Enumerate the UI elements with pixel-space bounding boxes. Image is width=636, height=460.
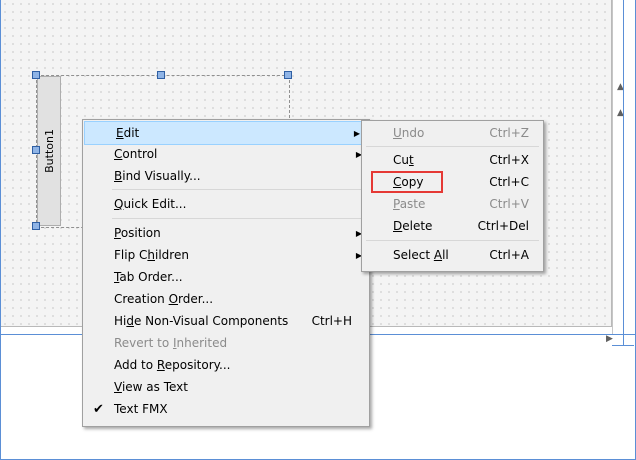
menu-separator — [112, 189, 363, 190]
shortcut-label: Ctrl+Z — [489, 126, 529, 140]
copy-highlight-box — [371, 171, 443, 193]
menu-item-creation-order[interactable]: Creation Order... — [83, 288, 369, 310]
menu-separator — [112, 218, 363, 219]
submenu-arrow-icon: ▶ — [353, 128, 360, 138]
shortcut-label: Ctrl+V — [489, 197, 529, 211]
vertical-guide-line — [623, 0, 624, 346]
submenu-item-undo: Undo Ctrl+Z — [393, 126, 529, 140]
menu-separator — [366, 146, 539, 147]
menu-item-control[interactable]: Control ▶ — [83, 143, 369, 165]
resize-handle-top-left[interactable] — [32, 71, 40, 79]
menu-separator — [366, 240, 539, 241]
resize-handle-bottom-left[interactable] — [32, 222, 40, 230]
scroll-right-icon[interactable]: ▶ — [606, 334, 613, 344]
shortcut-label: Ctrl+C — [489, 175, 529, 189]
menu-item-revert-to-inherited: Revert to Inherited — [114, 336, 228, 350]
guide-end-cap — [612, 345, 634, 346]
menu-item-bind-visually[interactable]: Bind Visually... — [83, 165, 369, 187]
shortcut-label: Ctrl+A — [489, 248, 529, 262]
shortcut-label: Ctrl+H — [311, 314, 352, 328]
context-menu: Edit ▶ Control ▶ Bind Visually... Quick … — [82, 119, 370, 427]
resize-handle-top-right[interactable] — [284, 71, 292, 79]
shortcut-label: Ctrl+Del — [477, 219, 529, 233]
menu-item-edit[interactable]: Edit ▶ — [84, 121, 368, 145]
menu-item-text-fmx[interactable]: ✔ Text FMX — [83, 398, 369, 420]
resize-handle-top[interactable] — [157, 71, 165, 79]
checkmark-icon: ✔ — [93, 401, 104, 417]
menu-item-view-as-text[interactable]: View as Text — [83, 376, 369, 398]
button1-label: Button1 — [42, 129, 56, 173]
edit-submenu: Undo Ctrl+Z Cut Ctrl+X Copy Ctrl+C Paste… — [361, 120, 544, 272]
submenu-item-paste: Paste Ctrl+V — [393, 197, 529, 211]
menu-item-tab-order[interactable]: Tab Order... — [83, 266, 369, 288]
menu-item-add-to-repository[interactable]: Add to Repository... — [83, 354, 369, 376]
menu-item-position[interactable]: Position ▶ — [83, 222, 369, 244]
resize-handle-left[interactable] — [32, 146, 40, 154]
button1-control[interactable]: Button1 — [37, 76, 61, 226]
menu-item-flip-children[interactable]: Flip Children ▶ — [83, 244, 369, 266]
menu-item-quick-edit[interactable]: Quick Edit... — [83, 193, 369, 215]
shortcut-label: Ctrl+X — [489, 153, 529, 167]
submenu-item-cut[interactable]: Cut Ctrl+X — [362, 149, 543, 171]
menu-item-hide-non-visual[interactable]: Hide Non-Visual Components Ctrl+H — [83, 310, 369, 332]
submenu-item-select-all[interactable]: Select All Ctrl+A — [362, 244, 543, 266]
submenu-item-delete[interactable]: Delete Ctrl+Del — [362, 215, 543, 237]
